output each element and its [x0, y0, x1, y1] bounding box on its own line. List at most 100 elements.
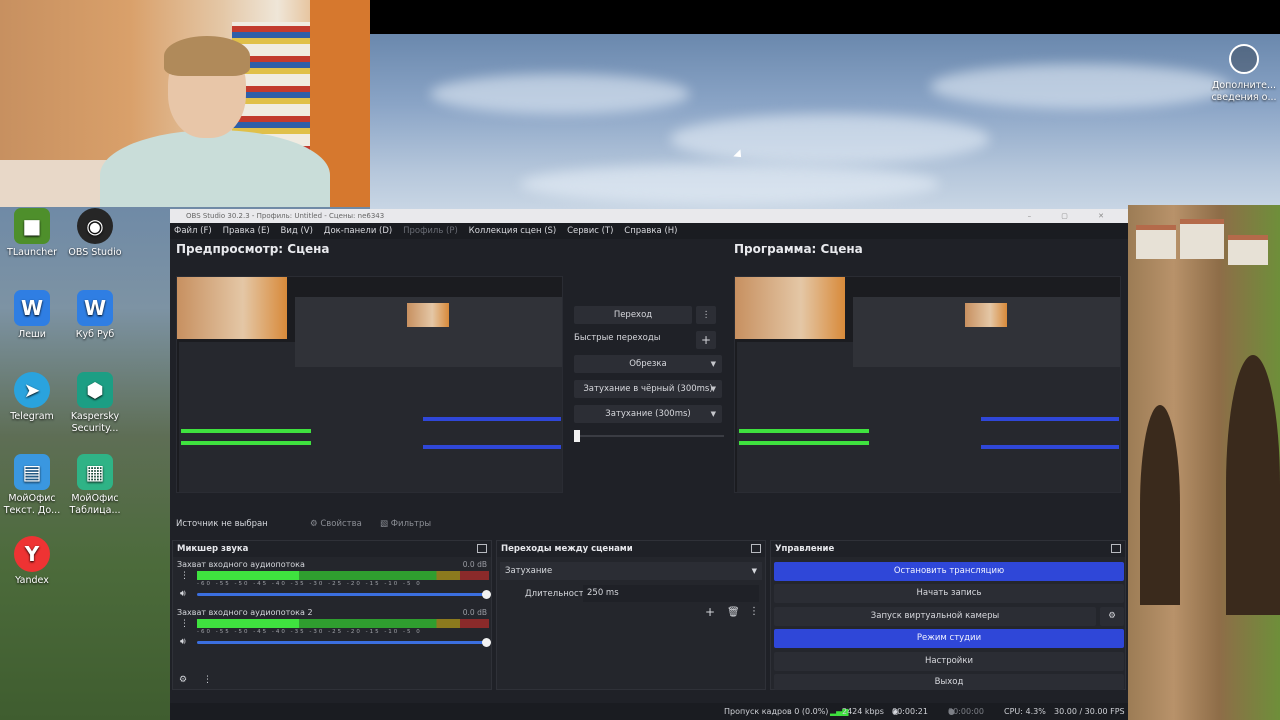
- tlauncher-icon: ■: [14, 208, 50, 244]
- quick-transition-fade-black[interactable]: Затухание в чёрный (300ms) ▼: [574, 380, 722, 398]
- menu-tools[interactable]: Сервис (T): [567, 226, 613, 236]
- meter-scale: -60 -55 -50 -45 -40 -35 -30 -25 -20 -15 …: [197, 581, 422, 587]
- scene-transitions-dock: Переходы между сценами Затухание ▼ Длите…: [496, 540, 766, 690]
- menu-docks[interactable]: Док-панели (D): [324, 226, 392, 236]
- status-bar: Пропуск кадров 0 (0.0%) ▂▄▆ 2424 kbps ◉ …: [170, 703, 1128, 720]
- yandex-icon: Y: [14, 536, 50, 572]
- speaker-icon[interactable]: 🔊︎: [180, 589, 186, 599]
- add-quick-transition-plus-icon[interactable]: +: [696, 331, 716, 349]
- dropped-frames: Пропуск кадров 0 (0.0%): [724, 707, 829, 716]
- desktop-icon-telegram[interactable]: ➤ Telegram: [0, 372, 64, 423]
- preview-canvas[interactable]: [176, 276, 563, 493]
- duration-spinbox[interactable]: 250 ms: [583, 585, 759, 602]
- myoffice-table-icon: ▦: [77, 454, 113, 490]
- duration-value: 250 ms: [587, 588, 619, 598]
- chevron-down-icon: ▼: [751, 567, 757, 575]
- menu-profile[interactable]: Профиль (P): [403, 226, 458, 236]
- desktop-icon-obs[interactable]: ◉ OBS Studio: [63, 208, 127, 259]
- undock-icon[interactable]: [1111, 544, 1121, 553]
- bitrate: 2424 kbps: [842, 707, 884, 716]
- add-transition-plus-icon[interactable]: +: [705, 605, 715, 619]
- transition-kebab-icon[interactable]: ⋮: [749, 606, 759, 617]
- stop-streaming-button[interactable]: Остановить трансляцию: [774, 562, 1124, 581]
- quick-transitions-label: Быстрые переходы: [574, 333, 661, 343]
- obs-window: OBS Studio 30.2.3 - Профиль: Untitled - …: [170, 209, 1128, 720]
- desktop-icon-leshi[interactable]: W Леши: [0, 290, 64, 341]
- kebab-menu-icon[interactable]: ⋮: [180, 619, 189, 629]
- obs-titlebar[interactable]: OBS Studio 30.2.3 - Профиль: Untitled - …: [170, 209, 1128, 223]
- myoffice-text-icon: ▤: [14, 454, 50, 490]
- menu-edit[interactable]: Правка (E): [223, 226, 270, 236]
- cpu-usage: CPU: 4.3%: [1004, 707, 1046, 716]
- audio-mixer-title: Микшер звука: [177, 544, 249, 554]
- stream-time: 00:00:21: [892, 707, 928, 716]
- volume-slider-knob[interactable]: [482, 590, 491, 599]
- chevron-down-icon: ▼: [710, 385, 716, 393]
- kaspersky-icon: ⬢: [77, 372, 113, 408]
- transition-select[interactable]: Затухание ▼: [500, 562, 762, 580]
- quick-transition-cut[interactable]: Обрезка ▼: [574, 355, 722, 373]
- telegram-icon: ➤: [14, 372, 50, 408]
- fps: 30.00 / 30.00 FPS: [1054, 707, 1125, 716]
- record-time: 00:00:00: [948, 707, 984, 716]
- desktop-icon-kaspersky[interactable]: ⬢ Kaspersky Security...: [63, 372, 127, 435]
- exit-button[interactable]: Выход: [774, 674, 1124, 690]
- program-canvas[interactable]: [734, 276, 1121, 493]
- properties-button[interactable]: ⚙ Свойства: [310, 513, 362, 535]
- wallpaper-cliff-town: [1128, 205, 1280, 720]
- speaker-icon[interactable]: 🔊︎: [180, 637, 186, 647]
- quick-transition-label: Обрезка: [629, 359, 667, 369]
- transition-menu-kebab-icon[interactable]: ⋮: [696, 306, 716, 324]
- quick-transition-label: Затухание в чёрный (300ms): [583, 384, 713, 394]
- settings-button[interactable]: Настройки: [774, 652, 1124, 671]
- start-recording-button[interactable]: Начать запись: [774, 584, 1124, 603]
- desktop-icon-label: Kaspersky Security...: [70, 411, 120, 434]
- remove-transition-trash-icon[interactable]: 🗑︎: [727, 607, 740, 618]
- t-bar-slider[interactable]: [574, 430, 724, 442]
- quick-transition-label: Затухание (300ms): [605, 409, 691, 419]
- menu-file[interactable]: Файл (F): [174, 226, 212, 236]
- desktop-icon-label: TLauncher: [7, 247, 57, 258]
- controls-header: Управление: [771, 541, 1125, 557]
- notification-line1: Дополните...: [1211, 80, 1277, 91]
- menu-help[interactable]: Справка (H): [624, 226, 677, 236]
- volume-slider[interactable]: [197, 638, 491, 647]
- wallpaper-sky: [370, 34, 1280, 234]
- quick-transition-fade[interactable]: Затухание (300ms) ▼: [574, 405, 722, 423]
- desktop-icon-myoffice-table[interactable]: ▦ МойОфис Таблица...: [63, 454, 127, 517]
- virtual-camera-gear-icon[interactable]: ⚙: [1100, 607, 1124, 626]
- windows-activation-notice[interactable]: Дополните... сведения о...: [1208, 44, 1280, 104]
- desktop-icon-label: Yandex: [15, 575, 49, 586]
- advanced-audio-gear-icon[interactable]: ⚙: [179, 675, 187, 685]
- transition-button[interactable]: Переход: [574, 306, 692, 324]
- studio-mode-button[interactable]: Режим студии: [774, 629, 1124, 648]
- desktop-icon-kub-rub[interactable]: W Куб Руб: [63, 290, 127, 341]
- source-toolbar: Источник не выбран ⚙ Свойства ▧ Фильтры: [170, 513, 1128, 535]
- t-bar-handle[interactable]: [574, 430, 580, 442]
- undock-icon[interactable]: [477, 544, 487, 553]
- window-controls[interactable]: – ▢ ✕: [1028, 209, 1118, 223]
- kebab-menu-icon[interactable]: ⋮: [180, 571, 189, 581]
- volume-slider-knob[interactable]: [482, 638, 491, 647]
- desktop-icon-label: Куб Руб: [75, 329, 115, 340]
- start-virtual-camera-button[interactable]: Запуск виртуальной камеры: [774, 607, 1096, 626]
- transition-select-value: Затухание: [505, 566, 553, 576]
- channel-name: Захват входного аудиопотока: [177, 560, 305, 569]
- volume-meter-fill: [197, 571, 300, 580]
- desktop-icon-myoffice-text[interactable]: ▤ МойОфис Текст. До...: [0, 454, 64, 517]
- audio-mixer-dock: Микшер звука Захват входного аудиопотока…: [172, 540, 492, 690]
- meter-scale: -60 -55 -50 -45 -40 -35 -30 -25 -20 -15 …: [197, 629, 422, 635]
- menu-view[interactable]: Вид (V): [281, 226, 313, 236]
- channel-db: 0.0 dB: [462, 560, 487, 569]
- desktop-icon-label: Telegram: [10, 411, 54, 422]
- desktop-icon-yandex[interactable]: Y Yandex: [0, 536, 64, 587]
- desktop-icon-tlauncher[interactable]: ■ TLauncher: [0, 208, 64, 259]
- undock-icon[interactable]: [751, 544, 761, 553]
- audio-mixer-header: Микшер звука: [173, 541, 491, 557]
- mixer-menu-kebab-icon[interactable]: ⋮: [203, 675, 212, 685]
- filters-button[interactable]: ▧ Фильтры: [380, 513, 431, 535]
- properties-label: Свойства: [320, 519, 362, 529]
- scene-transitions-title: Переходы между сценами: [501, 544, 633, 554]
- menu-scene-collection[interactable]: Коллекция сцен (S): [469, 226, 557, 236]
- volume-slider[interactable]: [197, 590, 491, 599]
